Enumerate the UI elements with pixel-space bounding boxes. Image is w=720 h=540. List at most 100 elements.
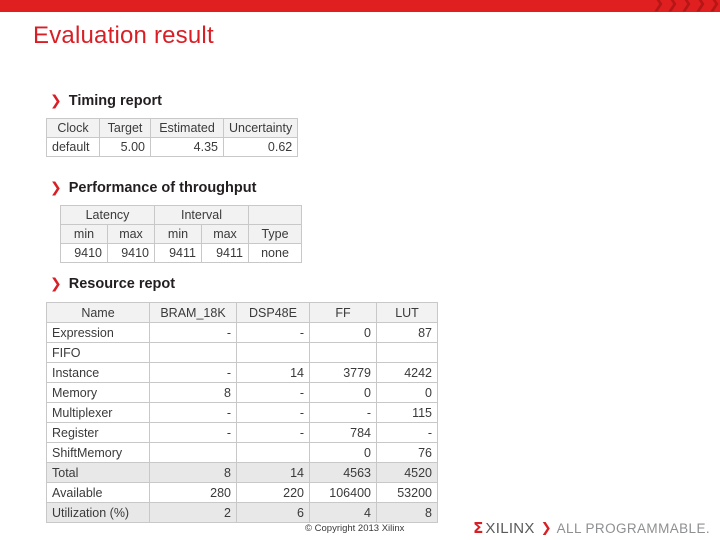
cell-dsp48e: 14 xyxy=(236,362,310,383)
timing-report-table: Clock Target Estimated Uncertainty defau… xyxy=(46,118,299,157)
bullet-performance-throughput: ❯ Performance of throughput xyxy=(50,180,256,196)
cell-name: Instance xyxy=(46,362,150,383)
column-header-ff: FF xyxy=(309,302,377,323)
chevron-right-icon: ❯ xyxy=(50,93,62,109)
column-header-lut: LUT xyxy=(376,302,438,323)
cell-bram18k: - xyxy=(149,422,237,443)
cell-lut: 0 xyxy=(376,382,438,403)
table-row: Register - - 784 - xyxy=(46,422,438,443)
cell-dsp48e: - xyxy=(236,402,310,423)
cell-dsp48e xyxy=(236,342,310,363)
column-header-latency-max: max xyxy=(107,224,155,244)
xilinx-tagline: ALL PROGRAMMABLE. xyxy=(556,520,710,536)
cell-bram18k: - xyxy=(149,402,237,423)
bullet-label-resource-report: Resource repot xyxy=(68,276,176,292)
xilinx-logo: Σ XILINX ❯ ALL PROGRAMMABLE. xyxy=(473,519,710,537)
cell-name: Register xyxy=(46,422,150,443)
cell-ff xyxy=(309,342,377,363)
cell-name: Utilization (%) xyxy=(46,502,150,523)
copyright-text: © Copyright 2013 Xilinx xyxy=(305,523,405,534)
cell-ff: - xyxy=(309,402,377,423)
cell-target: 5.00 xyxy=(99,137,151,157)
table-header-row: Name BRAM_18K DSP48E FF LUT xyxy=(46,302,438,323)
column-header-interval-max: max xyxy=(201,224,249,244)
column-header-clock: Clock xyxy=(46,118,100,138)
cell-ff: 0 xyxy=(309,442,377,463)
table-row: Instance - 14 3779 4242 xyxy=(46,362,438,383)
cell-lut: 87 xyxy=(376,322,438,343)
cell-lut xyxy=(376,342,438,363)
column-header-bram18k: BRAM_18K xyxy=(149,302,237,323)
column-header-type: Type xyxy=(248,224,302,244)
chevron-right-icon: ❯ xyxy=(50,180,62,196)
cell-name: ShiftMemory xyxy=(46,442,150,463)
cell-bram18k: - xyxy=(149,362,237,383)
column-header-target: Target xyxy=(99,118,151,138)
cell-interval-min: 9411 xyxy=(154,243,202,263)
cell-bram18k: 8 xyxy=(149,382,237,403)
cell-name: Expression xyxy=(46,322,150,343)
bullet-timing-report: ❯ Timing report xyxy=(50,93,162,109)
xilinx-mark-icon: Σ xyxy=(473,519,484,537)
table-row: Expression - - 0 87 xyxy=(46,322,438,343)
cell-ff: 0 xyxy=(309,322,377,343)
cell-clock-name: default xyxy=(46,137,100,157)
cell-bram18k: 280 xyxy=(149,482,237,503)
cell-dsp48e: 14 xyxy=(236,462,310,483)
cell-ff: 4563 xyxy=(309,462,377,483)
column-header-interval-min: min xyxy=(154,224,202,244)
group-header-latency: Latency xyxy=(60,205,155,225)
cell-lut: 53200 xyxy=(376,482,438,503)
cell-name: FIFO xyxy=(46,342,150,363)
chevron-right-icon: ❯ xyxy=(540,520,552,536)
cell-bram18k: 2 xyxy=(149,502,237,523)
bullet-label-performance-throughput: Performance of throughput xyxy=(68,180,257,196)
xilinx-wordmark: XILINX xyxy=(485,519,535,537)
table-row: Multiplexer - - - 115 xyxy=(46,402,438,423)
cell-ff: 3779 xyxy=(309,362,377,383)
cell-uncertainty: 0.62 xyxy=(222,137,299,157)
chevron-right-icon: ❯ xyxy=(50,276,62,292)
cell-bram18k: - xyxy=(149,322,237,343)
cell-latency-min: 9410 xyxy=(60,243,108,263)
column-header-name: Name xyxy=(46,302,150,323)
cell-ff: 0 xyxy=(309,382,377,403)
column-header-latency-min: min xyxy=(60,224,108,244)
column-header-estimated: Estimated xyxy=(150,118,224,138)
cell-dsp48e: - xyxy=(236,322,310,343)
group-header-interval: Interval xyxy=(154,205,249,225)
cell-interval-max: 9411 xyxy=(201,243,249,263)
table-group-header-row: Latency Interval xyxy=(60,205,302,225)
cell-dsp48e: 6 xyxy=(236,502,310,523)
cell-dsp48e: 220 xyxy=(236,482,310,503)
page-title: Evaluation result xyxy=(33,22,214,49)
table-row: Available 280 220 106400 53200 xyxy=(46,482,438,503)
cell-bram18k: 8 xyxy=(149,462,237,483)
cell-dsp48e: - xyxy=(236,422,310,443)
cell-name: Total xyxy=(46,462,150,483)
cell-ff: 106400 xyxy=(309,482,377,503)
top-bar-chevron-decor: ❯ ❯ ❯ ❯ ❯ xyxy=(652,0,720,12)
cell-bram18k xyxy=(149,442,237,463)
cell-ff: 4 xyxy=(309,502,377,523)
cell-estimated: 4.35 xyxy=(150,137,224,157)
cell-name: Memory xyxy=(46,382,150,403)
table-row-utilization: Utilization (%) 2 6 4 8 xyxy=(46,502,438,523)
cell-ff: 784 xyxy=(309,422,377,443)
cell-lut: - xyxy=(376,422,438,443)
table-row: ShiftMemory 0 76 xyxy=(46,442,438,463)
group-header-blank xyxy=(248,205,302,225)
performance-table: Latency Interval min max min max Type 94… xyxy=(60,205,302,263)
table-header-row: Clock Target Estimated Uncertainty xyxy=(46,118,299,138)
cell-lut: 8 xyxy=(376,502,438,523)
top-accent-bar: ❯ ❯ ❯ ❯ ❯ xyxy=(0,0,720,12)
cell-type: none xyxy=(248,243,302,263)
cell-name: Available xyxy=(46,482,150,503)
table-row: Memory 8 - 0 0 xyxy=(46,382,438,403)
cell-name: Multiplexer xyxy=(46,402,150,423)
cell-dsp48e: - xyxy=(236,382,310,403)
column-header-uncertainty: Uncertainty xyxy=(222,118,299,138)
cell-lut: 4242 xyxy=(376,362,438,383)
table-row: default 5.00 4.35 0.62 xyxy=(46,137,299,157)
table-row: 9410 9410 9411 9411 none xyxy=(60,243,302,263)
